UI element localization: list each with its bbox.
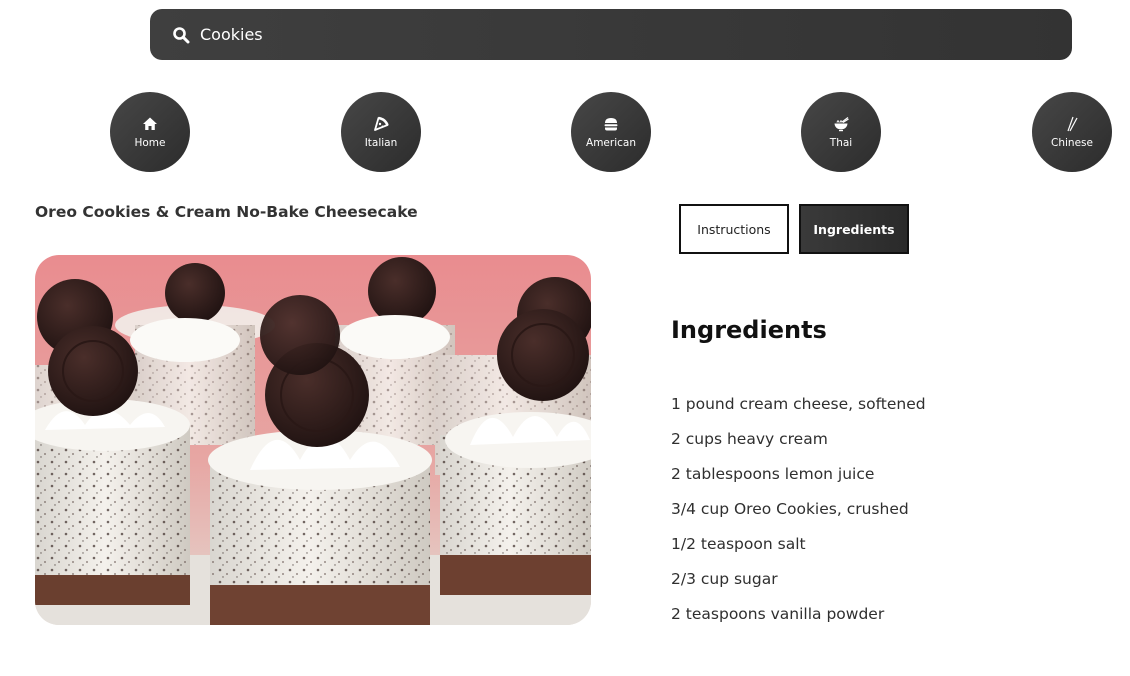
category-home[interactable]: Home — [110, 92, 190, 172]
recipe-tabs: Instructions Ingredients — [679, 204, 909, 254]
category-nav: Home Italian American Thai Chinese — [0, 92, 1130, 172]
recipe-image — [35, 255, 591, 625]
burger-icon — [604, 117, 618, 130]
ingredients-heading: Ingredients — [671, 316, 827, 344]
category-italian[interactable]: Italian — [341, 92, 421, 172]
ingredient-item: 1/2 teaspoon salt — [671, 535, 806, 553]
ingredient-item: 2/3 cup sugar — [671, 570, 778, 588]
recipe-title: Oreo Cookies & Cream No-Bake Cheesecake — [35, 203, 418, 221]
ingredient-item: 1 pound cream cheese, softened — [671, 395, 926, 413]
category-label: Thai — [829, 136, 853, 149]
ingredient-item: 2 cups heavy cream — [671, 430, 828, 448]
pizza-icon — [374, 116, 389, 131]
home-icon — [143, 117, 157, 130]
tab-instructions[interactable]: Instructions — [679, 204, 789, 254]
search-input[interactable] — [198, 24, 1022, 45]
noodle-bowl-icon — [834, 116, 849, 131]
cheesecake-illustration — [35, 255, 591, 625]
category-label: American — [586, 136, 636, 149]
search-bar[interactable] — [150, 9, 1072, 60]
category-chinese[interactable]: Chinese — [1032, 92, 1112, 172]
search-icon — [173, 26, 190, 43]
ingredients-list: 1 pound cream cheese, softened 2 cups he… — [671, 393, 926, 638]
chopsticks-icon — [1067, 116, 1078, 131]
category-american[interactable]: American — [571, 92, 651, 172]
tab-ingredients[interactable]: Ingredients — [799, 204, 909, 254]
category-label: Italian — [364, 136, 398, 149]
category-label: Home — [134, 136, 166, 149]
category-label: Chinese — [1051, 136, 1093, 149]
ingredient-item: 2 tablespoons lemon juice — [671, 465, 875, 483]
category-thai[interactable]: Thai — [801, 92, 881, 172]
ingredient-item: 3/4 cup Oreo Cookies, crushed — [671, 500, 909, 518]
ingredient-item: 2 teaspoons vanilla powder — [671, 605, 885, 623]
